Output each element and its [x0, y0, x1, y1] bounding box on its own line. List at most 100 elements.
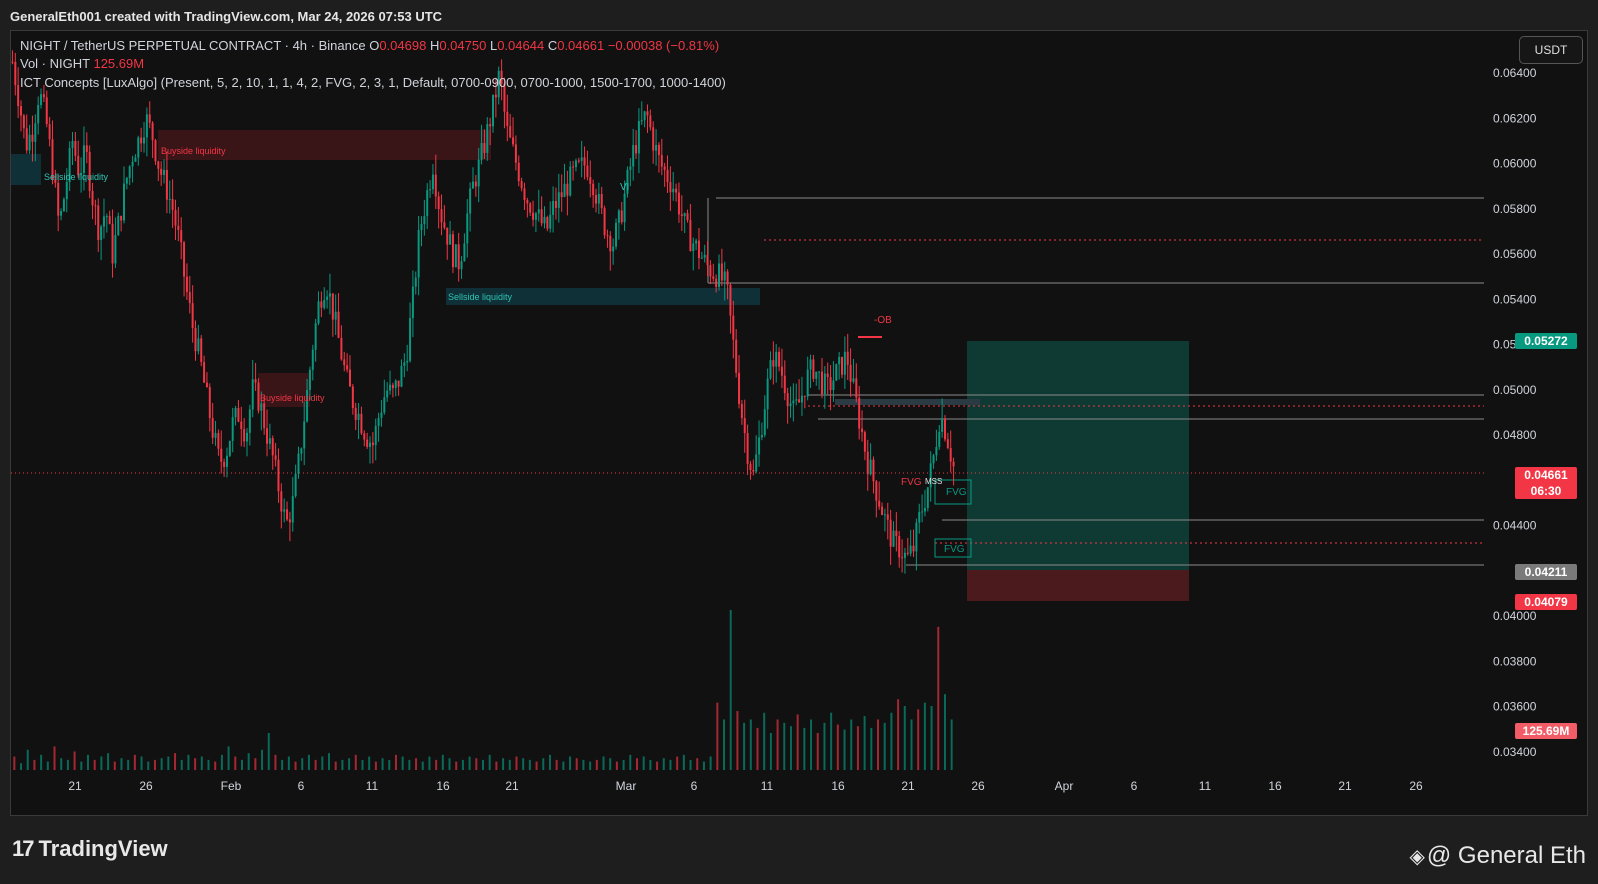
candle-body [277, 459, 280, 492]
candle-body [572, 166, 575, 168]
candle-body [111, 223, 114, 264]
time-tick-label: Feb [221, 779, 242, 793]
tradingview-logo[interactable]: 17 TradingView [12, 836, 168, 862]
currency-button[interactable]: USDT [1519, 36, 1583, 64]
candle-body [563, 183, 566, 198]
candle-body [331, 293, 334, 320]
candle-body [635, 145, 638, 154]
candle-body [271, 438, 274, 456]
volume-bar [455, 761, 458, 770]
candle-body [225, 455, 228, 468]
volume-legend[interactable]: Vol · NIGHT 125.69M [20, 56, 144, 71]
candle-body [386, 390, 389, 398]
volume-bar [475, 758, 478, 770]
price-axis[interactable]: 0.06400 0.06200 0.06000 0.05800 0.05600 0.054… [1493, 66, 1537, 759]
volume-bar [743, 722, 746, 770]
candle-body [815, 371, 818, 379]
volume-bar [676, 756, 679, 770]
candle-body [420, 224, 423, 231]
time-tick-label: 21 [901, 779, 915, 793]
candle-body [763, 409, 766, 435]
candle-body [666, 169, 669, 183]
candle-body [789, 403, 792, 407]
candle-body [663, 166, 666, 170]
candle-body [220, 448, 223, 462]
candle-body [134, 157, 137, 162]
time-tick-label: 16 [1268, 779, 1282, 793]
candle-body [174, 209, 177, 226]
candle-body [197, 338, 200, 352]
volume-bar [749, 719, 752, 770]
candle-body [683, 213, 686, 217]
volume-bar [107, 753, 110, 770]
candle-body [946, 439, 949, 449]
candle-body [941, 418, 944, 432]
candle-body [20, 106, 23, 116]
candle-body [471, 181, 474, 189]
high-label: H [429, 38, 440, 53]
volume-label: Vol · NIGHT [20, 56, 90, 71]
volume-bar [575, 758, 578, 770]
volume-bar [247, 753, 250, 770]
vi-label: VI [620, 182, 629, 193]
candle-body [423, 216, 426, 225]
volume-bar [86, 754, 89, 770]
time-tick-label: Mar [616, 779, 637, 793]
stop-zone [967, 570, 1189, 601]
candle-body [806, 369, 809, 397]
candle-body [251, 379, 254, 410]
candle-body [102, 216, 105, 227]
candle-body [417, 230, 420, 278]
candle-body [346, 365, 349, 370]
volume-bar [910, 719, 913, 770]
price-chart[interactable]: 0.06400 0.06200 0.06000 0.05800 0.05600 0.054… [0, 0, 1598, 884]
candle-body [314, 323, 317, 350]
candle-body [675, 188, 678, 193]
candle-body [866, 451, 869, 475]
buyside-liquidity-label: Buyside liquidity [260, 393, 325, 403]
candle-body [248, 409, 251, 433]
volume-bar [488, 754, 491, 770]
candle-body [14, 61, 17, 86]
candle-body [114, 235, 117, 264]
candle-body [403, 362, 406, 366]
candle-body [125, 177, 128, 184]
candle-body [228, 440, 231, 456]
candle-body [294, 473, 297, 497]
candle-body [71, 141, 74, 148]
candle-body [45, 97, 48, 125]
candle-body [389, 384, 392, 391]
candle-body [549, 214, 552, 229]
candle-body [818, 371, 821, 373]
candle-body [297, 453, 300, 474]
candle-body [354, 408, 357, 420]
candle-body [154, 140, 157, 162]
time-tick-label: 26 [139, 779, 153, 793]
candle-body [446, 227, 449, 245]
volume-bar [147, 761, 150, 770]
candle-body [729, 284, 732, 316]
volume-bar [528, 759, 531, 770]
candle-body [343, 359, 346, 366]
time-tick-label: 11 [366, 779, 379, 793]
candle-body [700, 257, 703, 259]
candle-body [260, 403, 263, 411]
candle-body [366, 439, 369, 447]
candle-body [554, 200, 557, 208]
volume-bar [100, 756, 103, 770]
symbol-legend[interactable]: NIGHT / TetherUS PERPETUAL CONTRACT · 4h… [20, 38, 719, 53]
time-tick-label: 6 [691, 779, 698, 793]
candle-body [523, 188, 526, 201]
candle-body [835, 364, 838, 381]
candle-body [65, 182, 68, 200]
indicator-legend[interactable]: ICT Concepts [LuxAlgo] (Present, 5, 2, 1… [20, 75, 726, 90]
candle-body [214, 433, 217, 438]
volume-bar [220, 754, 223, 770]
candle-body [514, 144, 517, 163]
volume-bar [133, 754, 136, 770]
candle-body [266, 428, 269, 444]
candle-body [143, 137, 146, 144]
time-axis[interactable]: 21 26 Feb 6 11 16 21 Mar 6 11 16 21 26 Apr 6 11 16 21 26 [68, 779, 1423, 793]
volume-bar [515, 756, 518, 770]
candle-body [532, 212, 535, 220]
